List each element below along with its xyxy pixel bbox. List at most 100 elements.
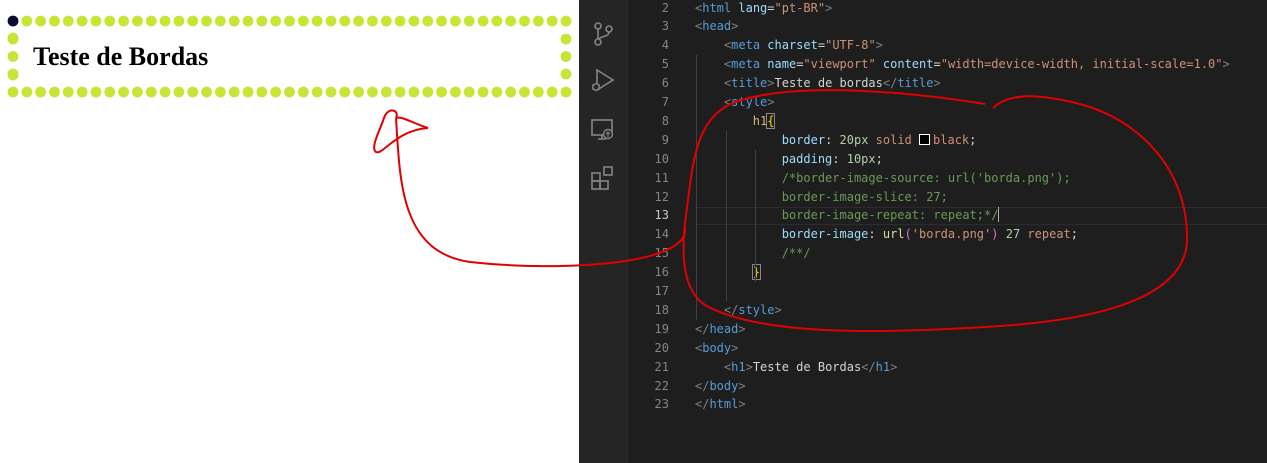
code-token: "UTF-8" bbox=[825, 38, 876, 53]
code-line[interactable]: </html> bbox=[695, 395, 746, 414]
border-dot bbox=[187, 86, 199, 98]
border-dot bbox=[21, 86, 33, 98]
code-token: body bbox=[709, 378, 739, 393]
border-dot bbox=[228, 86, 240, 98]
code-token: > bbox=[875, 38, 883, 53]
code-line[interactable]: <style> bbox=[695, 93, 775, 112]
code-token: head bbox=[709, 321, 739, 336]
code-token: > bbox=[731, 340, 739, 355]
code-token: border bbox=[781, 132, 826, 147]
border-dot bbox=[49, 15, 60, 27]
border-dot bbox=[104, 86, 116, 98]
code-token: </ bbox=[695, 397, 710, 412]
border-dot bbox=[256, 15, 268, 27]
code-line[interactable]: } bbox=[695, 263, 762, 282]
code-line[interactable]: padding: 10px; bbox=[695, 150, 883, 169]
code-token: lang bbox=[738, 0, 768, 15]
code-token: } bbox=[751, 264, 762, 281]
code-line[interactable]: <h1>Teste de Bordas</h1> bbox=[695, 358, 897, 377]
line-number: 3 bbox=[661, 19, 669, 34]
code-line[interactable]: border: 20px solid black; bbox=[695, 131, 977, 150]
border-dot bbox=[35, 15, 47, 27]
code-line[interactable]: <head> bbox=[695, 17, 738, 36]
border-dot bbox=[214, 15, 226, 27]
border-dot bbox=[173, 15, 185, 27]
code-token: "viewport" bbox=[803, 57, 876, 72]
line-number: 20 bbox=[654, 340, 669, 355]
border-dot bbox=[270, 86, 282, 98]
border-dot bbox=[159, 15, 171, 27]
border-dot bbox=[519, 86, 530, 98]
border-dot bbox=[367, 86, 378, 98]
border-dot bbox=[187, 15, 199, 27]
line-number: 21 bbox=[654, 359, 669, 374]
border-dot bbox=[145, 15, 157, 27]
code-line[interactable]: <meta charset="UTF-8"> bbox=[695, 36, 883, 55]
code-token: border-image-slice: 27; bbox=[781, 189, 948, 204]
code-token: = bbox=[817, 38, 826, 53]
color-swatch bbox=[919, 133, 931, 145]
code-token: > bbox=[738, 397, 746, 412]
code-line[interactable]: h1{ bbox=[695, 112, 776, 131]
code-token: > bbox=[890, 359, 898, 374]
border-dot bbox=[118, 15, 129, 27]
code-line[interactable]: </head> bbox=[695, 320, 746, 339]
border-dot bbox=[173, 86, 185, 98]
border-dot bbox=[7, 32, 19, 44]
code-token: { bbox=[766, 112, 776, 129]
border-dot bbox=[145, 86, 157, 98]
code-token: charset bbox=[767, 38, 818, 53]
code-line[interactable]: <body> bbox=[695, 339, 738, 358]
code-line[interactable]: /**/ bbox=[695, 244, 811, 263]
code-token: /*border-image-source: url('borda.png'); bbox=[781, 170, 1071, 185]
code-token: repeat bbox=[1027, 227, 1071, 242]
line-number: 10 bbox=[654, 151, 669, 166]
line-number: 22 bbox=[654, 378, 669, 393]
code-token: meta bbox=[731, 38, 761, 53]
code-line[interactable]: /*border-image-source: url('borda.png'); bbox=[695, 169, 1071, 188]
code-token: : bbox=[832, 151, 847, 166]
border-dot bbox=[132, 15, 143, 27]
border-dot bbox=[62, 15, 74, 27]
border-dot bbox=[532, 15, 544, 27]
code-token: title bbox=[731, 76, 768, 91]
code-token: border-image-repeat: repeat;*/ bbox=[781, 208, 999, 223]
code-line[interactable]: </body> bbox=[695, 377, 746, 396]
border-dot bbox=[270, 15, 282, 27]
code-token: = bbox=[933, 57, 941, 72]
code-token: border-image bbox=[781, 227, 869, 242]
code-line[interactable]: border-image: url('borda.png') 27 repeat… bbox=[695, 225, 1078, 244]
code-token: url bbox=[882, 227, 905, 242]
code-line[interactable]: border-image-slice: 27; bbox=[695, 188, 948, 207]
border-dot bbox=[408, 86, 420, 98]
border-dot bbox=[7, 51, 19, 62]
code-line[interactable]: <html lang="pt-BR"> bbox=[695, 0, 832, 17]
code-token: h1 bbox=[875, 359, 891, 374]
border-dot bbox=[505, 15, 517, 27]
code-token: black bbox=[933, 132, 970, 147]
border-dot bbox=[436, 15, 447, 27]
code-token: </ bbox=[861, 359, 876, 374]
border-dot bbox=[560, 51, 572, 62]
code-line[interactable]: <title>Teste de bordas</title> bbox=[695, 74, 941, 93]
border-dot bbox=[118, 86, 129, 98]
code-line[interactable]: </style> bbox=[695, 301, 782, 320]
code-line[interactable]: <meta name="viewport" content="width=dev… bbox=[695, 55, 1230, 74]
indent-guide bbox=[726, 130, 727, 301]
border-dot bbox=[367, 15, 378, 27]
border-dot bbox=[132, 86, 143, 98]
border-dot bbox=[463, 15, 475, 27]
border-dot bbox=[394, 86, 406, 98]
border-dot bbox=[242, 86, 254, 98]
border-dot bbox=[228, 15, 240, 27]
code-line[interactable]: border-image-repeat: repeat;*/ bbox=[695, 206, 1000, 225]
code-token: meta bbox=[731, 57, 761, 72]
border-dot bbox=[477, 86, 489, 98]
border-dot bbox=[35, 86, 47, 98]
